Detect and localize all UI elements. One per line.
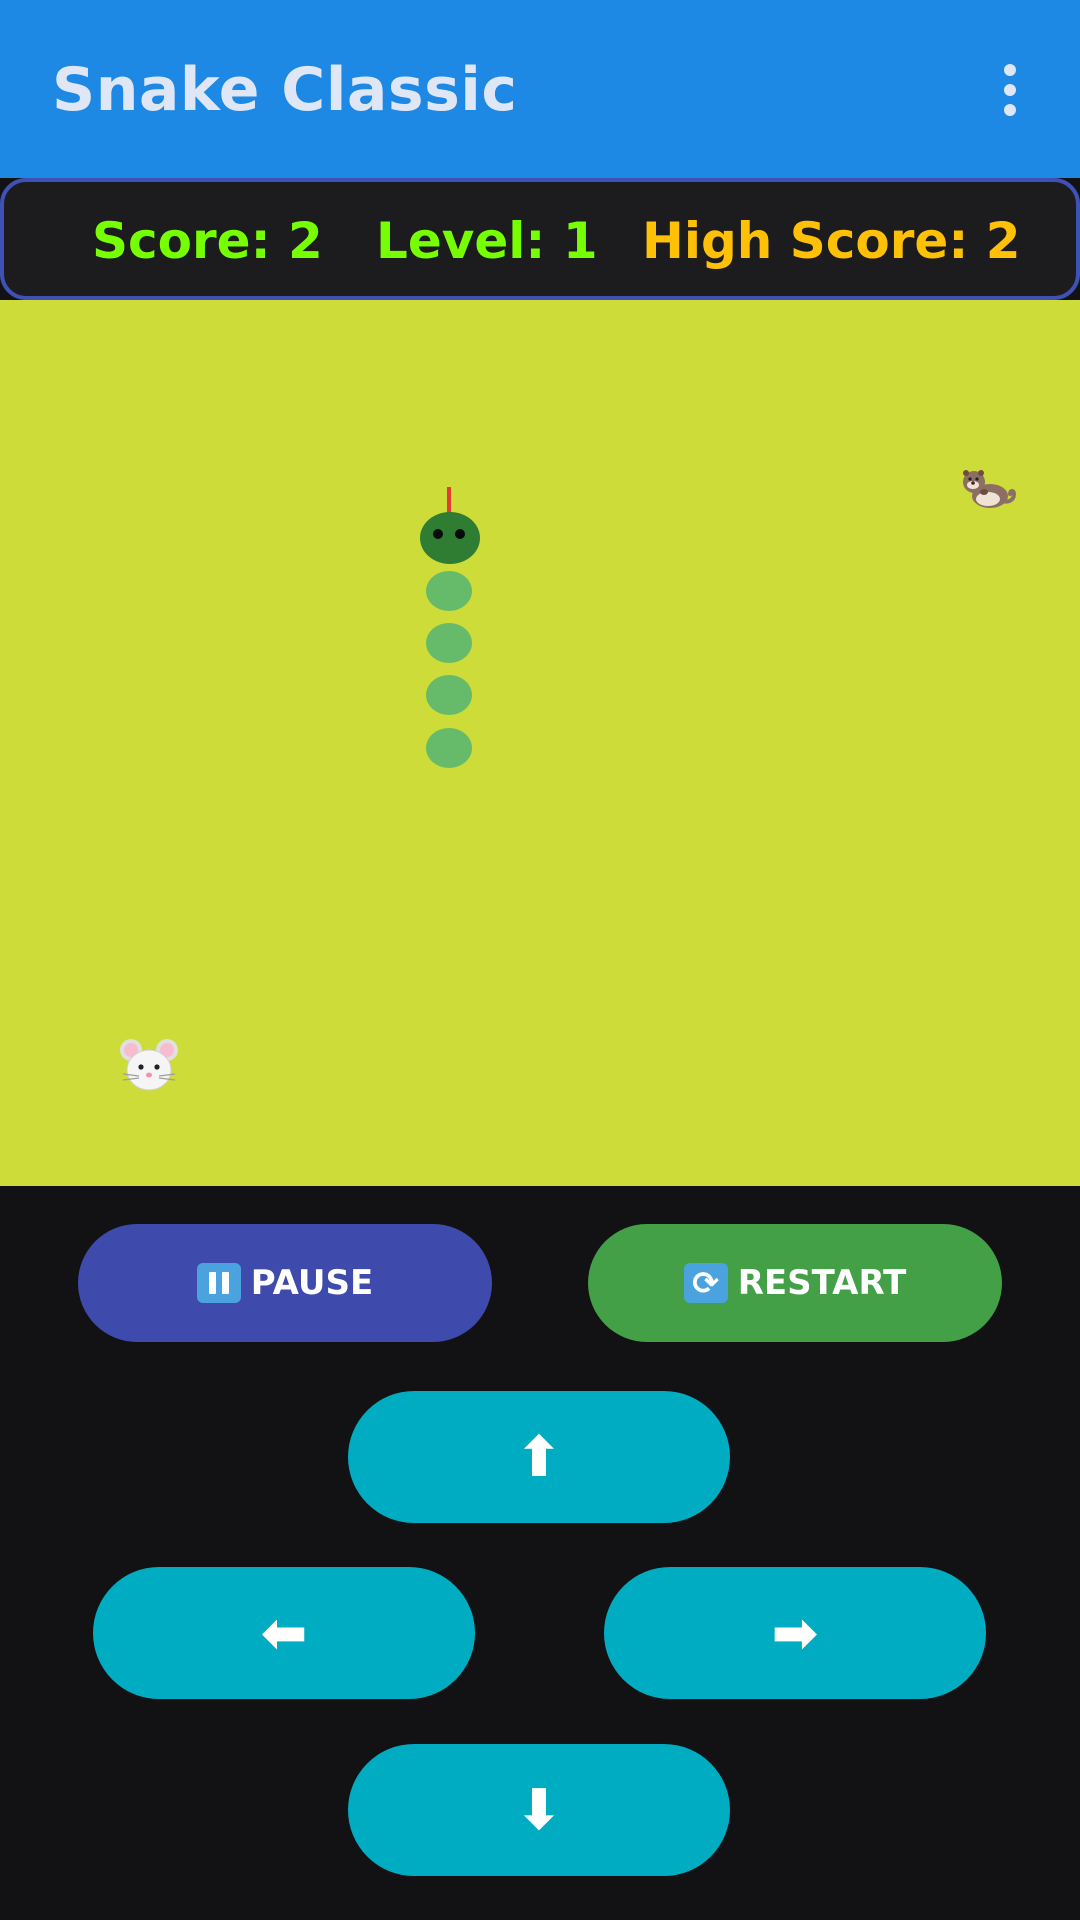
left-button[interactable]: ⬅	[93, 1567, 475, 1699]
snake-tongue	[447, 487, 451, 513]
app-bar: Snake Classic	[0, 0, 1080, 178]
menu-dot	[1004, 84, 1016, 96]
mouse-face-emoji-icon	[120, 1039, 178, 1091]
snake-body-segment	[426, 623, 472, 663]
restart-button-label: RESTART	[737, 1263, 907, 1303]
up-arrow-icon: ⬆	[515, 1424, 563, 1490]
up-button[interactable]: ⬆	[348, 1391, 730, 1523]
otter-emoji-icon	[963, 470, 1017, 508]
right-arrow-icon: ➡	[771, 1600, 819, 1666]
pause-button[interactable]: PAUSE	[78, 1224, 492, 1342]
snake-head	[420, 512, 480, 564]
down-button[interactable]: ⬇	[348, 1744, 730, 1876]
more-vert-icon[interactable]	[992, 58, 1028, 122]
score-bar: Score: 2 Level: 1 High Score: 2	[0, 178, 1080, 300]
down-arrow-icon: ⬇	[515, 1777, 563, 1843]
game-board[interactable]	[0, 300, 1080, 1186]
score-label: Score: 2	[92, 212, 323, 270]
menu-dot	[1004, 64, 1016, 76]
menu-dot	[1004, 104, 1016, 116]
app-title: Snake Classic	[52, 55, 518, 125]
pause-button-label: PAUSE	[250, 1263, 374, 1303]
snake-eye	[433, 529, 443, 539]
level-label: Level: 1	[376, 212, 598, 270]
left-arrow-icon: ⬅	[260, 1600, 308, 1666]
restart-arrows-icon: ⟳	[683, 1263, 728, 1303]
snake-body-segment	[426, 728, 472, 768]
high-score-label: High Score: 2	[642, 212, 1021, 270]
right-button[interactable]: ➡	[604, 1567, 986, 1699]
snake-eye	[455, 529, 465, 539]
snake-body-segment	[426, 571, 472, 611]
snake-body-segment	[426, 675, 472, 715]
restart-button[interactable]: ⟳ RESTART	[588, 1224, 1002, 1342]
pause-icon	[196, 1263, 241, 1303]
